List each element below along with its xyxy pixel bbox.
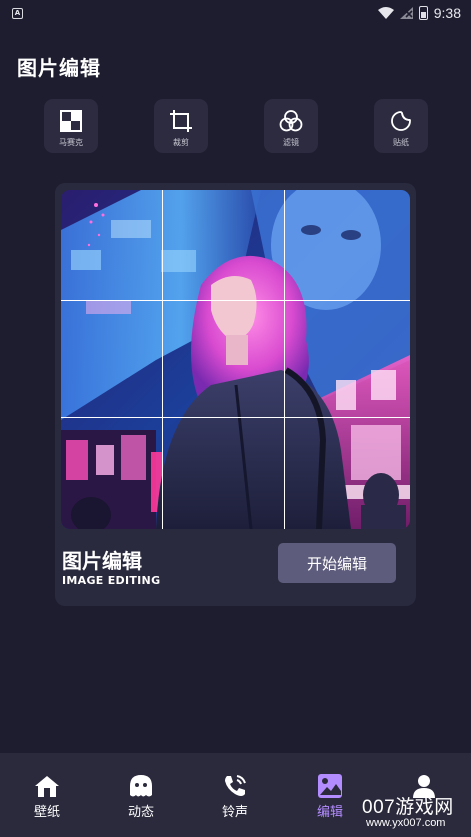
sticker-icon (388, 108, 414, 134)
status-right: 9:38 (377, 5, 461, 21)
crop-icon (168, 108, 194, 134)
crop-grid-line-v2 (284, 190, 285, 529)
page-title: 图片编辑 (17, 56, 101, 80)
image-editing-card: 图片编辑 IMAGE EDITING 开始编辑 (55, 183, 416, 606)
phone-ring-icon (221, 773, 249, 799)
status-left: A (12, 7, 23, 19)
home-icon (33, 773, 61, 799)
nav-item-ringtone[interactable]: 铃声 (205, 773, 265, 823)
nav-item-wallpaper[interactable]: 壁纸 (17, 773, 77, 823)
status-bar: A 9:38 (0, 0, 471, 26)
ghost-icon (127, 773, 155, 799)
start-editing-button[interactable]: 开始编辑 (278, 543, 396, 583)
tools-row: 马赛克 裁剪 滤镜 贴纸 (0, 99, 471, 153)
battery-icon (418, 6, 428, 20)
nav-label: 动态 (127, 805, 154, 820)
crop-grid-line-v1 (162, 190, 163, 529)
nav-label: 编辑 (316, 805, 343, 820)
mosaic-icon (58, 108, 84, 134)
tool-label: 贴纸 (393, 138, 409, 147)
neon-city-woman-photo[interactable] (61, 190, 410, 529)
card-title: 图片编辑 (62, 549, 142, 573)
image-edit-icon (316, 773, 344, 799)
tool-label: 马赛克 (59, 138, 83, 147)
signal-off-icon (399, 7, 413, 19)
status-time: 9:38 (433, 5, 461, 21)
card-subtitle: IMAGE EDITING (62, 574, 161, 587)
tool-label: 滤镜 (283, 138, 299, 147)
crop-grid-line-h1 (61, 300, 410, 301)
watermark-bottom: www.yx007.com (366, 817, 446, 829)
wifi-icon (377, 7, 394, 19)
nav-label: 壁纸 (33, 805, 60, 820)
tool-sticker-button[interactable]: 贴纸 (374, 99, 428, 153)
nav-item-edit[interactable]: 编辑 (300, 773, 360, 823)
tool-mosaic-button[interactable]: 马赛克 (44, 99, 98, 153)
tool-label: 裁剪 (173, 138, 189, 147)
crop-grid-line-h2 (61, 417, 410, 418)
filter-icon (278, 108, 304, 134)
nav-item-dynamic[interactable]: 动态 (111, 773, 171, 823)
watermark-top: 007游戏网 (362, 797, 454, 818)
tool-filter-button[interactable]: 滤镜 (264, 99, 318, 153)
tool-crop-button[interactable]: 裁剪 (154, 99, 208, 153)
a-notification-icon: A (12, 7, 23, 19)
nav-label: 铃声 (221, 805, 248, 820)
watermark: 007游戏网 www.yx007.com (360, 792, 468, 834)
